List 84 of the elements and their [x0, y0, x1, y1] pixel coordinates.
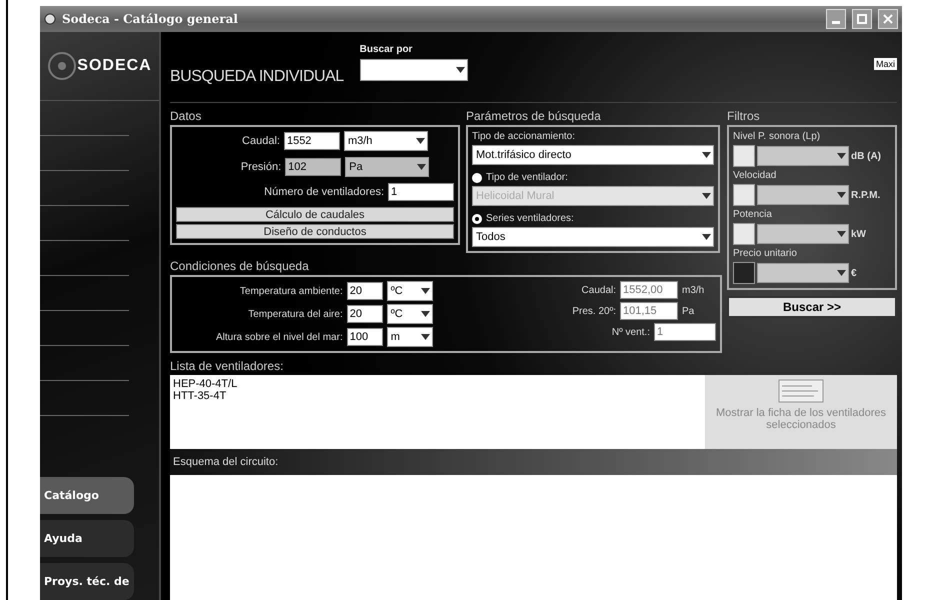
- window-title: Sodeca - Catálogo general: [62, 12, 239, 26]
- drive-type-dropdown[interactable]: Mot.trifásico directo: [472, 145, 714, 165]
- section-heading: Lista de ventiladores:: [170, 359, 284, 373]
- page-title: BUSQUEDA INDIVIDUAL: [170, 68, 344, 86]
- dropdown-arrow-icon[interactable]: [702, 152, 711, 158]
- dropdown-arrow-icon[interactable]: [456, 67, 465, 73]
- document-icon: [778, 379, 824, 403]
- minimize-button[interactable]: [826, 9, 846, 29]
- dropdown-arrow-icon[interactable]: [420, 334, 430, 340]
- checkbox[interactable]: [733, 145, 755, 167]
- field-label: Tipo de accionamiento:: [472, 131, 576, 142]
- logo-text: SODECA: [77, 57, 152, 75]
- unit-dropdown[interactable]: Pa: [345, 157, 430, 177]
- maximize-button[interactable]: [852, 9, 872, 29]
- section-heading: Parámetros de búsqueda: [466, 109, 602, 123]
- section-heading: Condiciones de búsqueda: [170, 259, 310, 273]
- filter-label: Nivel P. sonora (Lp): [733, 131, 822, 142]
- search-by-label: Buscar por: [360, 44, 414, 55]
- field-label: Presión:: [240, 161, 282, 173]
- dropdown-arrow-icon[interactable]: [417, 164, 426, 170]
- radio-button[interactable]: [472, 214, 482, 224]
- input-field[interactable]: 1552,00: [620, 281, 678, 299]
- checkbox[interactable]: [733, 262, 755, 284]
- close-icon: [883, 14, 893, 24]
- search-button[interactable]: Buscar >>: [727, 296, 897, 318]
- field-label: Temperatura del aire:: [248, 308, 343, 320]
- input-field[interactable]: 101,15: [620, 302, 678, 320]
- filter-label: Velocidad: [733, 170, 778, 181]
- sidebar-item[interactable]: Catálogo: [40, 477, 134, 514]
- input-field[interactable]: 20: [346, 305, 383, 323]
- input-field[interactable]: 102: [285, 158, 342, 176]
- filter-label: Potencia: [733, 209, 773, 220]
- unit-dropdown[interactable]: ºC: [386, 281, 433, 301]
- dropdown-arrow-icon[interactable]: [420, 288, 430, 294]
- filter-label: Precio unitario: [733, 248, 798, 259]
- unit-dropdown[interactable]: m3/h: [344, 131, 428, 151]
- action-button[interactable]: Cálculo de caudales: [176, 207, 454, 222]
- sidebar-item[interactable]: Ayuda: [40, 520, 134, 557]
- field-label: Número de ventiladores:: [264, 186, 384, 198]
- section-heading: Datos: [170, 109, 202, 123]
- dropdown-arrow-icon[interactable]: [837, 270, 846, 276]
- unit-label: Pa: [682, 306, 696, 316]
- field-label: Altura sobre el nivel del mar:: [216, 332, 343, 342]
- dropdown-arrow-icon[interactable]: [837, 231, 846, 237]
- list-item[interactable]: HEP-40-4T/L: [173, 378, 702, 390]
- unit-label: €: [851, 268, 857, 278]
- radio-label: Tipo de ventilador:: [486, 172, 568, 183]
- checkbox[interactable]: [733, 223, 755, 245]
- close-button[interactable]: [878, 9, 898, 29]
- unit-label: m3/h: [682, 284, 706, 296]
- input-field[interactable]: 100: [346, 328, 383, 346]
- input-field[interactable]: 1: [654, 323, 716, 341]
- radio-button[interactable]: [472, 172, 482, 182]
- action-button[interactable]: Diseño de conductos: [176, 224, 454, 239]
- section-heading: Esquema del circuito:: [173, 456, 278, 468]
- input-field[interactable]: 1: [388, 183, 454, 201]
- unit-dropdown[interactable]: ºC: [386, 304, 433, 324]
- app-icon: [44, 13, 56, 25]
- section-heading: Filtros: [727, 109, 761, 123]
- corner-label: Maxi: [874, 58, 897, 70]
- field-label: Nº vent.:: [612, 326, 650, 338]
- input-field[interactable]: 20: [346, 282, 383, 300]
- dropdown-arrow-icon[interactable]: [420, 311, 430, 317]
- dropdown-arrow-icon[interactable]: [702, 234, 711, 240]
- dropdown-arrow-icon[interactable]: [837, 192, 846, 198]
- option-dropdown[interactable]: Todos: [472, 227, 714, 247]
- dropdown-arrow-icon[interactable]: [416, 138, 425, 144]
- dropdown-arrow-icon[interactable]: [837, 153, 846, 159]
- radio-label: Series ventiladores:: [486, 213, 574, 224]
- field-label: Pres. 20º:: [572, 306, 616, 316]
- list-item[interactable]: HTT-35-4T: [173, 390, 702, 402]
- field-label: Caudal:: [242, 135, 280, 147]
- checkbox[interactable]: [733, 184, 755, 206]
- minimize-icon: [832, 20, 840, 24]
- dropdown-arrow-icon[interactable]: [702, 193, 711, 199]
- input-field[interactable]: 1552: [284, 132, 340, 150]
- maximize-icon: [857, 14, 867, 24]
- unit-label: dB (A): [851, 150, 881, 162]
- unit-dropdown[interactable]: m: [386, 327, 433, 347]
- field-label: Caudal:: [582, 284, 616, 296]
- sidebar-item[interactable]: Proys. téc. de: [40, 563, 134, 600]
- field-label: Temperatura ambiente:: [240, 286, 343, 296]
- unit-label: R.P.M.: [851, 190, 880, 200]
- unit-label: kW: [851, 228, 866, 240]
